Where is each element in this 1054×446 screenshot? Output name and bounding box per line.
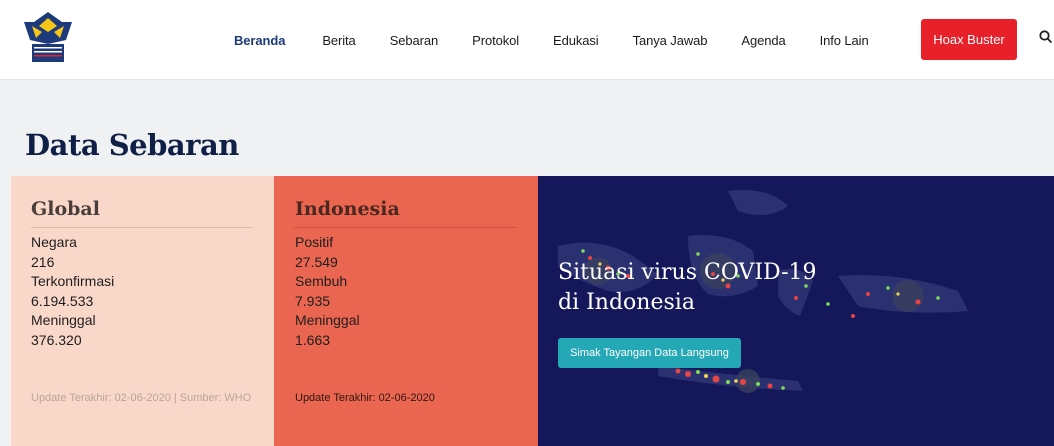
indonesia-update-text: Update Terakhir: 02-06-2020 xyxy=(295,392,435,404)
stat-value: 6.194.533 xyxy=(31,292,94,309)
page-title: Data Sebaran xyxy=(25,128,239,162)
stat-label: Positif xyxy=(295,234,334,250)
site-header: Beranda Berita Sebaran Protokol Edukasi … xyxy=(0,0,1054,80)
indonesia-title: Indonesia xyxy=(295,198,400,220)
stat-value: 216 xyxy=(31,253,55,270)
stat-value: 376.320 xyxy=(31,331,82,348)
map-title-line: Situasi virus COVID-19 xyxy=(558,260,817,285)
map-title-line: di Indonesia xyxy=(558,290,695,315)
stat-label: Meninggal xyxy=(295,312,360,328)
nav-item-agenda[interactable]: Agenda xyxy=(741,33,785,48)
nav-item-tanya-jawab[interactable]: Tanya Jawab xyxy=(633,33,708,48)
garuda-logo-icon xyxy=(24,12,72,62)
covid-map-card[interactable]: Situasi virus COVID-19 di Indonesia Sima… xyxy=(538,176,1054,446)
global-panel: Global Negara 216 Terkonfirmasi 6.194.53… xyxy=(11,176,274,446)
divider xyxy=(31,227,253,228)
stat-label: Terkonfirmasi xyxy=(31,273,115,289)
stat-label: Sembuh xyxy=(295,273,348,289)
search-icon[interactable] xyxy=(1039,30,1054,48)
global-title: Global xyxy=(31,198,100,220)
map-title: Situasi virus COVID-19 di Indonesia xyxy=(558,258,817,318)
logo[interactable] xyxy=(22,10,74,66)
stat-value: 1.663 xyxy=(295,331,331,348)
indonesia-panel: Indonesia Positif 27.549 Sembuh 7.935 Me… xyxy=(274,176,538,446)
nav-item-beranda[interactable]: Beranda xyxy=(234,33,285,48)
nav-item-edukasi[interactable]: Edukasi xyxy=(553,33,599,48)
stat-value: 7.935 xyxy=(295,292,331,309)
global-stats: Negara 216 Terkonfirmasi 6.194.533 Menin… xyxy=(31,233,114,350)
indonesia-stats: Positif 27.549 Sembuh 7.935 Meninggal 1.… xyxy=(295,233,360,350)
nav-item-info-lain[interactable]: Info Lain xyxy=(820,33,869,48)
stat-label: Negara xyxy=(31,234,77,250)
global-update-text: Update Terakhir: 02-06-2020 | Sumber: WH… xyxy=(31,392,252,404)
nav-item-berita[interactable]: Berita xyxy=(322,33,355,48)
live-data-button[interactable]: Simak Tayangan Data Langsung xyxy=(558,338,741,368)
stat-label: Meninggal xyxy=(31,312,96,328)
nav-item-protokol[interactable]: Protokol xyxy=(472,33,519,48)
hoax-buster-button[interactable]: Hoax Buster xyxy=(921,19,1017,60)
main-nav: Beranda Berita Sebaran Protokol Edukasi … xyxy=(234,0,903,80)
stat-value: 27.549 xyxy=(295,253,338,270)
nav-item-sebaran[interactable]: Sebaran xyxy=(390,33,439,48)
divider xyxy=(294,227,516,228)
